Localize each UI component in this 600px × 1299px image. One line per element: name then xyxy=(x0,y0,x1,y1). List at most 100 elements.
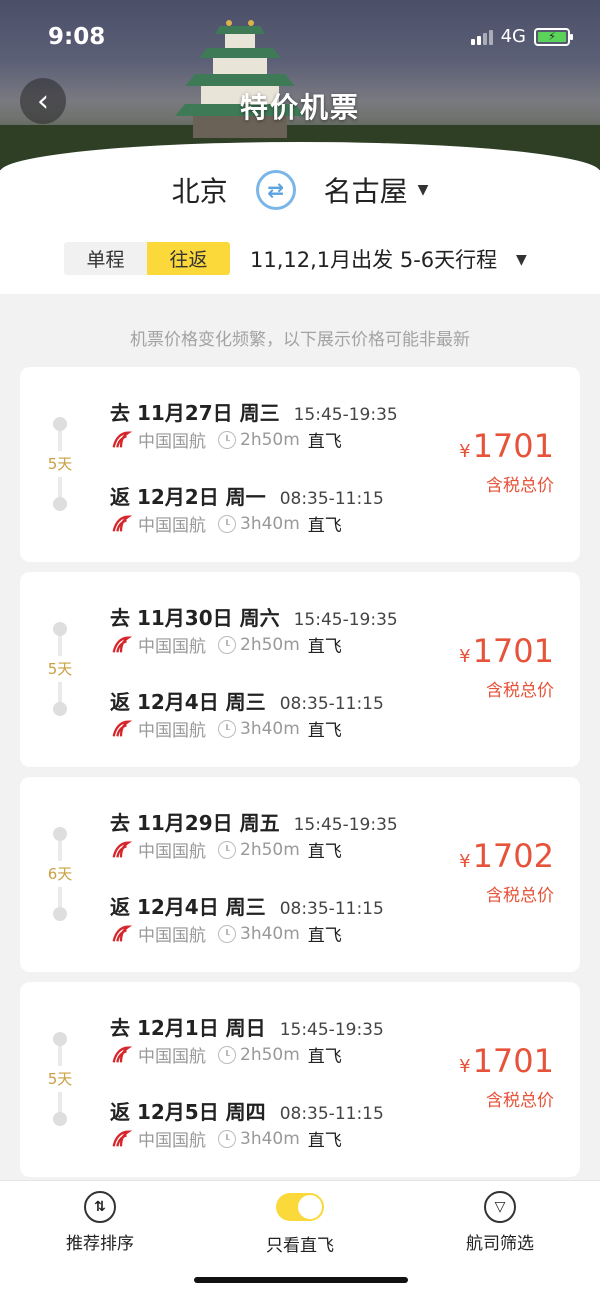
air-china-logo-icon xyxy=(112,720,132,737)
outbound-type: 直飞 xyxy=(307,432,342,452)
currency-symbol: ¥ xyxy=(459,441,471,462)
return-airline: 中国国航 xyxy=(138,516,206,536)
outbound-duration: 2h50m xyxy=(240,1044,300,1065)
status-bar: 9:08 4G ⚡ xyxy=(0,0,600,72)
return-type: 直飞 xyxy=(307,926,342,946)
price-block: ¥1701 含税总价 xyxy=(459,427,554,496)
origin-city[interactable]: 北京 xyxy=(172,170,228,210)
outbound-info: 中国国航 2h50m 直飞 xyxy=(110,1042,342,1067)
status-time: 9:08 xyxy=(48,24,106,50)
destination-selector[interactable]: 名古屋 ▼ xyxy=(324,170,429,210)
trip-filter-caret-icon[interactable]: ▼ xyxy=(516,252,527,268)
toggle-switch[interactable] xyxy=(276,1193,324,1221)
return-airline: 中国国航 xyxy=(138,1131,206,1151)
return-time: 08:35-11:15 xyxy=(279,694,384,714)
outbound-type: 直飞 xyxy=(307,1047,342,1067)
route-row: 北京 ⇄ 名古屋 ▼ xyxy=(0,170,600,210)
trip-timeline: 5天 xyxy=(42,417,78,512)
trip-days: 6天 xyxy=(42,861,78,887)
trip-days: 5天 xyxy=(42,451,78,477)
clock-icon xyxy=(218,719,236,738)
trip-days: 5天 xyxy=(42,1066,78,1092)
sort-label: 推荐排序 xyxy=(66,1234,134,1254)
currency-symbol: ¥ xyxy=(459,646,471,667)
air-china-logo-icon xyxy=(112,841,132,858)
price-note: 含税总价 xyxy=(486,476,554,496)
return-info: 中国国航 3h40m 直飞 xyxy=(110,511,342,536)
outbound-type: 直飞 xyxy=(307,842,342,862)
return-info: 中国国航 3h40m 直飞 xyxy=(110,921,342,946)
swap-cities-button[interactable]: ⇄ xyxy=(255,170,296,210)
air-china-logo-icon xyxy=(112,636,132,653)
return-date: 返 12月2日 周一 xyxy=(110,485,266,509)
outbound-duration: 2h50m xyxy=(240,634,300,655)
return-time: 08:35-11:15 xyxy=(279,899,384,919)
airline-filter-button[interactable]: ▽ 航司筛选 xyxy=(430,1191,570,1254)
flight-card[interactable]: 5天 去 11月27日 周三 15:45-19:35 中国国航 2h50m 直飞… xyxy=(20,367,580,562)
home-indicator xyxy=(194,1277,408,1283)
outbound-date: 去 11月29日 周五 xyxy=(110,811,280,835)
trip-type-toggle: 单程 往返 xyxy=(64,242,230,275)
price-notice: 机票价格变化频繁，以下展示价格可能非最新 xyxy=(130,330,470,350)
clock-icon xyxy=(218,1129,236,1148)
trip-timeline: 6天 xyxy=(42,827,78,922)
return-airline: 中国国航 xyxy=(138,721,206,741)
price-block: ¥1701 含税总价 xyxy=(459,632,554,701)
sort-button[interactable]: ⇅ 推荐排序 xyxy=(30,1191,170,1254)
air-china-logo-icon xyxy=(112,925,132,942)
return-info: 中国国航 3h40m 直飞 xyxy=(110,716,342,741)
price-amount: 1702 xyxy=(472,837,554,875)
currency-symbol: ¥ xyxy=(459,1056,471,1077)
return-duration: 3h40m xyxy=(240,923,300,944)
return-type: 直飞 xyxy=(307,516,342,536)
price-amount: 1701 xyxy=(472,632,554,670)
outbound-type: 直飞 xyxy=(307,637,342,657)
return-type: 直飞 xyxy=(307,1131,342,1151)
return-date: 返 12月4日 周三 xyxy=(110,690,266,714)
trip-timeline: 5天 xyxy=(42,622,78,717)
outbound-duration: 2h50m xyxy=(240,429,300,450)
outbound-line: 去 11月29日 周五 15:45-19:35 xyxy=(110,807,398,836)
outbound-line: 去 11月27日 周三 15:45-19:35 xyxy=(110,397,398,426)
flight-card[interactable]: 6天 去 11月29日 周五 15:45-19:35 中国国航 2h50m 直飞… xyxy=(20,777,580,972)
airline-filter-label: 航司筛选 xyxy=(466,1234,534,1254)
flight-card[interactable]: 5天 去 12月1日 周日 15:45-19:35 中国国航 2h50m 直飞 … xyxy=(20,982,580,1177)
price-note: 含税总价 xyxy=(486,1091,554,1111)
tab-round-trip[interactable]: 往返 xyxy=(147,242,230,275)
return-line: 返 12月2日 周一 08:35-11:15 xyxy=(110,481,384,510)
outbound-line: 去 12月1日 周日 15:45-19:35 xyxy=(110,1012,384,1041)
outbound-duration: 2h50m xyxy=(240,839,300,860)
return-type: 直飞 xyxy=(307,721,342,741)
return-line: 返 12月4日 周三 08:35-11:15 xyxy=(110,891,384,920)
trip-timeline: 5天 xyxy=(42,1032,78,1127)
outbound-airline: 中国国航 xyxy=(138,1047,206,1067)
price-amount: 1701 xyxy=(472,427,554,465)
return-line: 返 12月4日 周三 08:35-11:15 xyxy=(110,686,384,715)
trip-options-row: 单程 往返 11,12,1月出发 5-6天行程 xyxy=(64,242,497,275)
outbound-date: 去 11月30日 周六 xyxy=(110,606,280,630)
outbound-info: 中国国航 2h50m 直飞 xyxy=(110,837,342,862)
return-time: 08:35-11:15 xyxy=(279,1104,384,1124)
return-date: 返 12月5日 周四 xyxy=(110,1100,266,1124)
price-note: 含税总价 xyxy=(486,681,554,701)
network-label: 4G xyxy=(500,26,526,47)
outbound-info: 中国国航 2h50m 直飞 xyxy=(110,427,342,452)
signal-icon xyxy=(470,29,493,45)
air-china-logo-icon xyxy=(112,515,132,532)
outbound-date: 去 11月27日 周三 xyxy=(110,401,280,425)
clock-icon xyxy=(218,1045,236,1064)
outbound-info: 中国国航 2h50m 直飞 xyxy=(110,632,342,657)
direct-only-toggle[interactable]: 只看直飞 xyxy=(230,1191,370,1256)
sort-icon: ⇅ xyxy=(84,1191,116,1223)
caret-down-icon: ▼ xyxy=(417,182,429,198)
flight-card[interactable]: 5天 去 11月30日 周六 15:45-19:35 中国国航 2h50m 直飞… xyxy=(20,572,580,767)
price-note: 含税总价 xyxy=(486,886,554,906)
trip-filter-label[interactable]: 11,12,1月出发 5-6天行程 xyxy=(250,244,497,274)
air-china-logo-icon xyxy=(112,1130,132,1147)
outbound-airline: 中国国航 xyxy=(138,637,206,657)
tab-one-way[interactable]: 单程 xyxy=(64,242,147,275)
clock-icon xyxy=(218,514,236,533)
trip-days: 5天 xyxy=(42,656,78,682)
price-block: ¥1701 含税总价 xyxy=(459,1042,554,1111)
outbound-date: 去 12月1日 周日 xyxy=(110,1016,266,1040)
